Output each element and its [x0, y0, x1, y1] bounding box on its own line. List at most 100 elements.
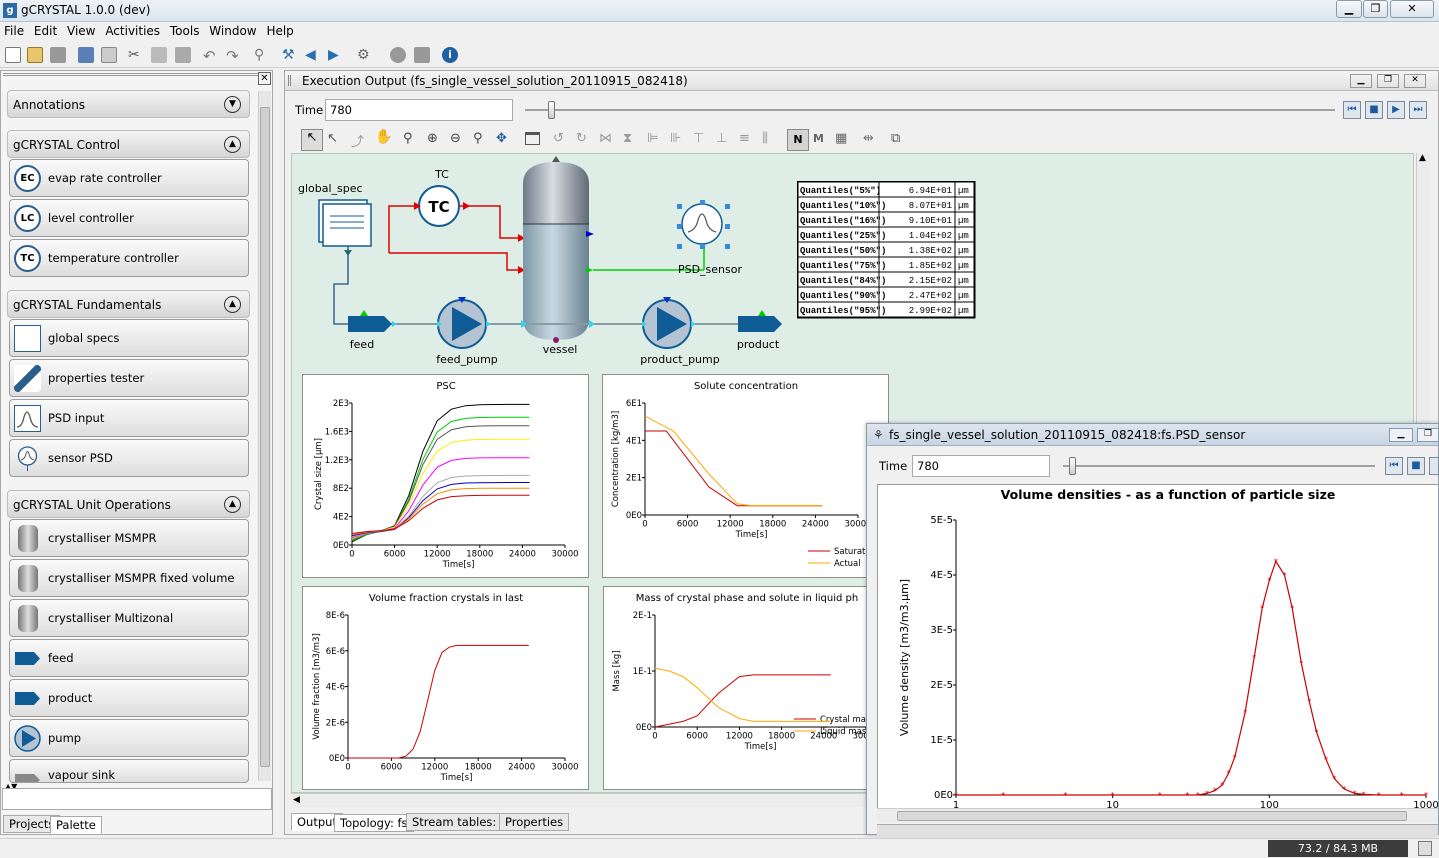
- sensor-horizontal-scrollbar[interactable]: [877, 808, 1438, 822]
- section-gcrystal-unit-operations[interactable]: gCRYSTAL Unit Operations ▲: [7, 490, 250, 518]
- sensor-first-frame-button[interactable]: ⏮: [1385, 457, 1403, 475]
- sensor-time-field[interactable]: 780: [912, 455, 1050, 477]
- sensor-minimize-button[interactable]: ▁: [1389, 428, 1413, 442]
- scroll-left-icon[interactable]: ◀: [293, 795, 300, 805]
- product-pump-unit[interactable]: [642, 297, 696, 349]
- chevron-up-icon[interactable]: ▲: [224, 136, 241, 153]
- palette-item-product[interactable]: product: [9, 679, 249, 717]
- close-button[interactable]: ✕: [1390, 0, 1434, 18]
- zoom-out-icon[interactable]: ⊖: [450, 131, 461, 146]
- open-icon[interactable]: [27, 47, 43, 63]
- garbage-collect-icon[interactable]: [1418, 841, 1432, 856]
- paste-icon[interactable]: [175, 47, 191, 63]
- section-gcrystal-control[interactable]: gCRYSTAL Control ▲: [7, 130, 250, 158]
- sensor-play-button[interactable]: [1429, 457, 1439, 475]
- zoom-fit-icon[interactable]: ⚲: [473, 131, 483, 146]
- vessel-unit[interactable]: [523, 156, 594, 343]
- palette-item-crystalliser-msmpr[interactable]: crystalliser MSMPR: [9, 519, 249, 557]
- save-icon[interactable]: [50, 47, 66, 63]
- rotate-left-icon[interactable]: ↺: [553, 131, 564, 146]
- palette-close-icon[interactable]: ✕: [258, 72, 271, 85]
- palette-item-global-specs[interactable]: global specs: [9, 319, 249, 357]
- sensor-time-slider-thumb[interactable]: [1069, 457, 1076, 475]
- new-icon[interactable]: [5, 47, 21, 63]
- stop-icon[interactable]: [390, 47, 406, 63]
- palette-item-vapour-sink[interactable]: vapour sink: [9, 759, 249, 783]
- chevron-up-icon[interactable]: ▲: [224, 296, 241, 313]
- simulate-icon[interactable]: ⚙: [357, 47, 373, 63]
- distribute-icon[interactable]: ⇹: [863, 131, 874, 146]
- psd-sensor-unit[interactable]: [677, 200, 730, 249]
- feed-pump-unit[interactable]: [437, 297, 491, 349]
- layers-icon[interactable]: ⧉: [891, 131, 900, 146]
- grid-icon[interactable]: ▦: [835, 131, 847, 146]
- sensor-scroll-thumb[interactable]: [897, 811, 1407, 821]
- palette-item-temperature-controller[interactable]: TC temperature controller: [9, 239, 249, 277]
- align-middle-icon[interactable]: ≡: [739, 131, 750, 146]
- model-view-icon[interactable]: M: [813, 132, 824, 145]
- minimize-button[interactable]: ▁: [1336, 0, 1362, 18]
- tab-topology[interactable]: Topology: fs: [334, 814, 414, 832]
- palette-scrollbar[interactable]: [258, 91, 271, 781]
- sensor-restore-button[interactable]: ❐: [1417, 428, 1439, 442]
- time-slider-track[interactable]: [525, 109, 1335, 111]
- select-tool-icon[interactable]: ↖: [301, 129, 323, 151]
- align-top-icon[interactable]: ⊤: [693, 131, 704, 146]
- palette-item-evap-rate-controller[interactable]: EC evap rate controller: [9, 159, 249, 197]
- rotate-right-icon[interactable]: ↻: [576, 131, 587, 146]
- section-gcrystal-fundamentals[interactable]: gCRYSTAL Fundamentals ▲: [7, 290, 250, 318]
- recentre-icon[interactable]: ✥: [496, 131, 507, 146]
- normal-view-icon[interactable]: N: [787, 129, 809, 151]
- align-bottom-icon[interactable]: ⊥: [716, 131, 727, 146]
- menu-window[interactable]: Window: [205, 22, 256, 38]
- palette-item-crystalliser-msmpr-fixed-volume[interactable]: crystalliser MSMPR fixed volume: [9, 559, 249, 597]
- panel-restore-button[interactable]: ❐: [1377, 74, 1399, 88]
- panel-minimize-button[interactable]: ▁: [1350, 74, 1372, 88]
- product-unit[interactable]: [738, 316, 782, 332]
- forward-icon[interactable]: ▶: [328, 47, 344, 63]
- save-all-icon[interactable]: [78, 47, 94, 63]
- tab-palette[interactable]: Palette: [50, 816, 102, 834]
- tab-properties[interactable]: Properties: [499, 813, 570, 831]
- cut-icon[interactable]: ✂: [128, 47, 144, 63]
- undo-icon[interactable]: ↶: [203, 47, 219, 65]
- play-button[interactable]: ▶: [1387, 101, 1405, 119]
- align-centre-icon[interactable]: ⫼: [762, 131, 768, 146]
- pan-tool-icon[interactable]: ✋: [375, 129, 392, 145]
- chevron-down-icon[interactable]: ▼: [224, 96, 241, 113]
- feed-unit[interactable]: [348, 316, 392, 332]
- palette-grip[interactable]: [3, 73, 258, 81]
- palette-item-feed[interactable]: feed: [9, 639, 249, 677]
- connect-tool-icon[interactable]: ⤴: [351, 131, 364, 150]
- zoom-in-icon[interactable]: ⊕: [427, 131, 438, 146]
- flip-vertical-icon[interactable]: ⧗: [623, 131, 632, 146]
- global-spec-unit[interactable]: [318, 199, 372, 247]
- find-icon[interactable]: ⚲: [254, 47, 270, 63]
- menu-activities[interactable]: Activities: [101, 22, 160, 38]
- first-frame-button[interactable]: ⏮: [1343, 101, 1361, 119]
- copy-icon[interactable]: [151, 47, 167, 63]
- maximize-button[interactable]: ❐: [1363, 0, 1388, 18]
- panel-close-button[interactable]: ✕: [1404, 74, 1426, 88]
- palette-item-properties-tester[interactable]: properties tester: [9, 359, 249, 397]
- stop-playback-button[interactable]: ■: [1365, 101, 1383, 119]
- palette-item-pump[interactable]: pump: [9, 719, 249, 757]
- redo-icon[interactable]: ↷: [226, 47, 242, 65]
- time-slider-thumb[interactable]: [548, 101, 555, 119]
- palette-scroll-thumb[interactable]: [260, 107, 270, 767]
- menu-help[interactable]: Help: [262, 22, 293, 38]
- info-icon[interactable]: i: [442, 47, 458, 63]
- menu-tools[interactable]: Tools: [166, 22, 200, 38]
- menu-file[interactable]: File: [0, 22, 24, 38]
- menu-edit[interactable]: Edit: [30, 22, 57, 38]
- scroll-up-icon[interactable]: ▲: [1419, 153, 1426, 163]
- last-frame-button[interactable]: ⏭: [1409, 101, 1427, 119]
- marquee-tool-icon[interactable]: ↖: [327, 131, 338, 146]
- time-field[interactable]: 780: [325, 99, 513, 121]
- palette-item-sensor-psd[interactable]: sensor PSD: [9, 439, 249, 477]
- palette-item-level-controller[interactable]: LC level controller: [9, 199, 249, 237]
- build-icon[interactable]: ⚒: [282, 47, 298, 63]
- window-layout-icon[interactable]: [525, 132, 540, 145]
- align-left-icon[interactable]: ⊫: [647, 131, 658, 146]
- section-annotations[interactable]: Annotations ▼: [7, 90, 250, 118]
